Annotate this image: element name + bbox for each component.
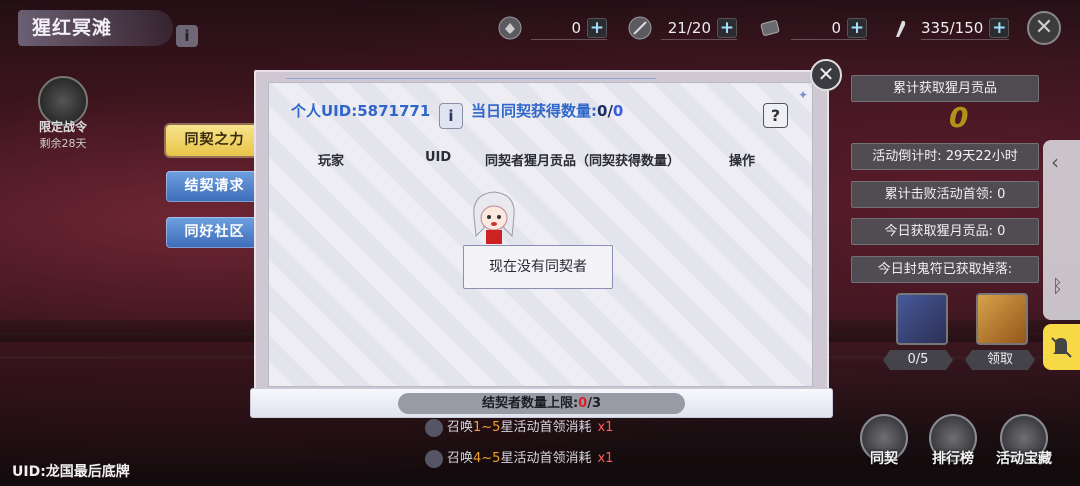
add-resource-button[interactable]: + — [847, 18, 867, 38]
resource-bar: 0 + 21/20 + 0 + 335/150 + — [495, 12, 1010, 44]
system-side-panel[interactable]: ‹ ᛒ — [1043, 140, 1080, 320]
resource-item: 0 + — [755, 12, 867, 44]
nav-pact[interactable]: 同契 — [849, 414, 919, 468]
zone-title: 猩红冥滩 — [18, 10, 173, 46]
cost-prefix: 召唤 — [447, 420, 474, 435]
cost-multiplier: x1 — [597, 451, 614, 466]
cost-icon — [425, 449, 443, 468]
decorative-line — [286, 78, 656, 79]
column-header-player: 玩家 — [318, 154, 345, 169]
feather-icon — [625, 13, 655, 43]
ticket-icon — [755, 13, 785, 43]
add-resource-button[interactable]: + — [989, 18, 1010, 38]
info-button[interactable]: i — [439, 103, 463, 129]
total-tribute-value: 0 — [949, 101, 969, 134]
stat-today-tribute: 今日获取猩月贡品: 0 — [851, 218, 1039, 245]
cost-icon — [425, 418, 443, 437]
summon-cost-line: 召唤1~5星活动首领消耗 x1 — [425, 416, 613, 437]
add-resource-button[interactable]: + — [717, 18, 737, 38]
talisman-progress: 0/5 — [883, 350, 953, 370]
mute-notification-icon[interactable] — [1043, 324, 1080, 370]
empty-state-message: 现在没有同契者 — [463, 245, 613, 289]
pact-limit-label: 结契者数量上限: — [481, 396, 579, 411]
column-header-uid: UID — [425, 150, 452, 165]
cost-range: 4~5 — [473, 451, 501, 466]
pact-limit: 结契者数量上限:0/3 — [398, 393, 685, 414]
resource-value: 0 — [831, 19, 841, 37]
season-pass-badge[interactable]: 限定战令 剩余28天 — [36, 76, 90, 151]
chevron-left-icon[interactable]: ‹ — [1051, 150, 1059, 174]
cost-range: 1~5 — [473, 420, 501, 435]
season-pass-remaining: 剩余28天 — [39, 137, 87, 150]
cost-prefix: 召唤 — [447, 451, 474, 466]
stat-bosses-defeated: 累计击败活动首领: 0 — [851, 181, 1039, 208]
close-icon[interactable]: ✕ — [1027, 11, 1061, 45]
zone-info-button[interactable]: i — [176, 25, 198, 47]
nav-treasure-label: 活动宝藏 — [996, 451, 1052, 467]
help-button[interactable]: ? — [763, 103, 788, 128]
bluetooth-icon[interactable]: ᛒ — [1052, 276, 1063, 297]
chibi-character-icon — [468, 186, 520, 246]
cost-suffix: 星活动首领消耗 — [500, 420, 592, 435]
daily-pact-count: 当日同契获得数量:0/0 — [471, 100, 623, 121]
pact-limit-current: 0 — [578, 396, 588, 411]
daily-pact-label: 当日同契获得数量: — [471, 102, 597, 120]
tab-community[interactable]: 同好社区 — [166, 217, 263, 248]
column-header-tribute: 同契者猩月贡品（同契获得数量） — [485, 154, 681, 169]
resource-value: 0 — [571, 19, 581, 37]
dialog-close-icon[interactable]: ✕ — [810, 59, 842, 91]
nav-leaderboard-label: 排行榜 — [932, 451, 974, 467]
add-resource-button[interactable]: + — [587, 18, 607, 38]
claim-button[interactable]: 领取 — [965, 350, 1035, 370]
cost-multiplier: x1 — [597, 420, 614, 435]
scroll-icon — [495, 13, 525, 43]
daily-pact-max: 0 — [612, 102, 624, 120]
stat-total-tribute: 累计获取猩月贡品 — [851, 75, 1039, 102]
player-uid-footer: UID:龙国最后底牌 — [12, 464, 130, 480]
reward-chest-icon[interactable] — [976, 293, 1028, 345]
stamina-icon — [885, 13, 915, 43]
pact-dialog-content — [268, 82, 813, 387]
tab-pact-power[interactable]: 同契之力 — [166, 125, 263, 156]
resource-value: 21/20 — [667, 19, 711, 37]
resource-item: 21/20 + — [625, 12, 737, 44]
season-pass-label: 限定战令 — [38, 120, 87, 134]
nav-leaderboard[interactable]: 排行榜 — [918, 414, 988, 468]
daily-pact-current: 0 — [597, 102, 608, 120]
stat-countdown: 活动倒计时: 29天22小时 — [851, 143, 1039, 170]
sparkle-icon: ✦ — [798, 88, 809, 102]
column-header-action: 操作 — [729, 154, 756, 169]
resource-value: 335/150 — [921, 19, 984, 37]
nav-pact-label: 同契 — [870, 451, 898, 467]
summon-cost-line: 召唤4~5星活动首领消耗 x1 — [425, 447, 613, 468]
stat-today-talisman: 今日封鬼符已获取掉落: — [851, 256, 1039, 283]
personal-uid: 个人UID:5871771 — [291, 102, 431, 120]
cost-suffix: 星活动首领消耗 — [500, 451, 592, 466]
pact-limit-max: /3 — [587, 396, 602, 411]
resource-item: 0 + — [495, 12, 607, 44]
resource-item: 335/150 + — [885, 12, 1010, 44]
nav-treasure[interactable]: 活动宝藏 — [989, 414, 1059, 468]
tab-pact-requests[interactable]: 结契请求 — [166, 171, 263, 202]
talisman-item-icon[interactable] — [896, 293, 948, 345]
